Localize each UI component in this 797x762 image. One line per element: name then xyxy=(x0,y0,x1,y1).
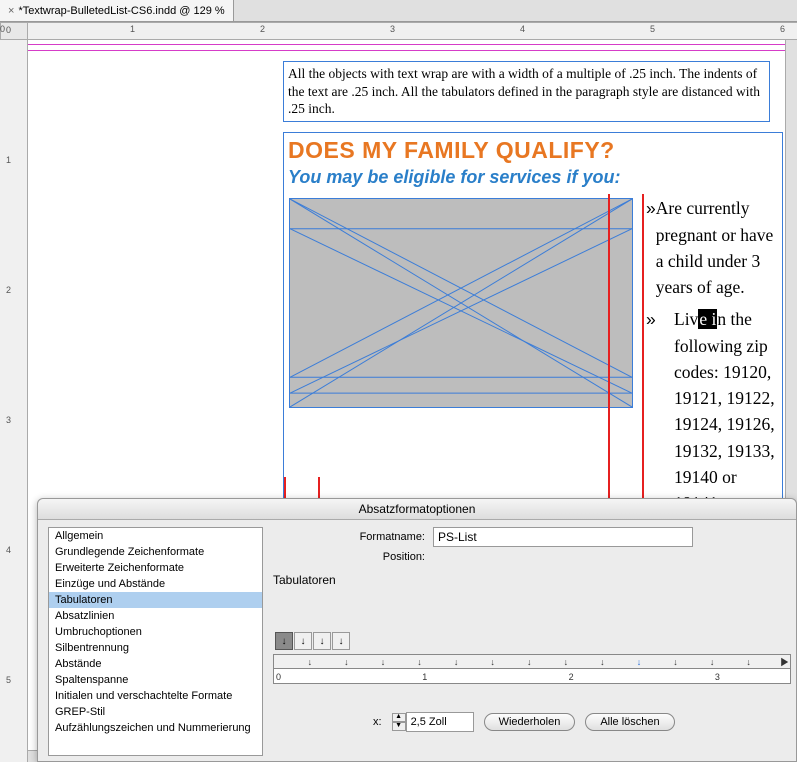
sidebar-item[interactable]: Absatzlinien xyxy=(49,608,262,624)
stepper-down-icon[interactable]: ▼ xyxy=(392,722,406,731)
ruler-number: 0 xyxy=(0,24,5,34)
ruler-number: 1 xyxy=(130,24,135,34)
list-item-text-a: Liv xyxy=(674,309,698,329)
ruler-number: 2 xyxy=(6,285,11,295)
tab-ruler-number: 3 xyxy=(715,672,720,682)
tab-marker-icon[interactable]: ↓ xyxy=(454,657,459,667)
sidebar-item[interactable]: Grundlegende Zeichenformate xyxy=(49,544,262,560)
sidebar-item[interactable]: Spaltenspanne xyxy=(49,672,262,688)
section-label: Tabulatoren xyxy=(273,573,791,587)
tab-marker-icon[interactable]: ↓ xyxy=(308,657,313,667)
tab-marker-icon[interactable]: ↓ xyxy=(710,657,715,667)
dialog-main: Formatname: Position: Tabulatoren ↓ ↓ ↓ … xyxy=(273,527,791,756)
sidebar-item[interactable]: Erweiterte Zeichenformate xyxy=(49,560,262,576)
tab-ruler-number: 0 xyxy=(276,672,281,682)
sidebar-item[interactable]: Abstände xyxy=(49,656,262,672)
tab-align-decimal-button[interactable]: ↓ xyxy=(332,632,350,650)
sidebar-item[interactable]: Tabulatoren xyxy=(49,592,262,608)
sidebar-item[interactable]: Aufzählungszeichen und Nummerierung xyxy=(49,720,262,736)
sidebar-item[interactable]: Initialen und verschachtelte Formate xyxy=(49,688,262,704)
dialog-sidebar: AllgemeinGrundlegende ZeichenformateErwe… xyxy=(48,527,263,756)
formatname-input[interactable] xyxy=(433,527,693,547)
placeholder-x-icon xyxy=(290,199,632,407)
tab-align-right-button[interactable]: ↓ xyxy=(313,632,331,650)
tab-marker-icon[interactable]: ↓ xyxy=(746,657,751,667)
tab-ruler-number: 2 xyxy=(569,672,574,682)
tab-marker-icon[interactable]: ↓ xyxy=(527,657,532,667)
ruler-number: 1 xyxy=(6,155,11,165)
list-item-text: Are currently pregnant or have a child u… xyxy=(656,195,778,300)
formatname-label: Formatname: xyxy=(273,531,433,543)
ruler-number: 4 xyxy=(520,24,525,34)
x-input[interactable] xyxy=(406,712,474,732)
tab-marker-icon[interactable]: ↓ xyxy=(490,657,495,667)
sidebar-item[interactable]: Silbentrennung xyxy=(49,640,262,656)
sidebar-item[interactable]: Einzüge und Abstände xyxy=(49,576,262,592)
dialog-title: Absatzformatoptionen xyxy=(38,499,796,520)
tab-align-left-button[interactable]: ↓ xyxy=(275,632,293,650)
note-text: All the objects with text wrap are with … xyxy=(288,66,760,116)
vertical-ruler[interactable]: 012345 xyxy=(0,40,28,762)
tab-marker-icon[interactable]: ↓ xyxy=(673,657,678,667)
tab-marker-icon[interactable]: ↓ xyxy=(344,657,349,667)
repeat-button[interactable]: Wiederholen xyxy=(484,713,576,731)
tab-marker-icon[interactable]: ↓ xyxy=(417,657,422,667)
horizontal-ruler[interactable]: 0123456 xyxy=(28,22,797,40)
stepper-up-icon[interactable]: ▲ xyxy=(392,713,406,722)
document-tab[interactable]: × *Textwrap-BulletedList-CS6.indd @ 129 … xyxy=(0,0,234,21)
close-icon[interactable]: × xyxy=(8,5,14,17)
tab-ruler[interactable]: ↓ ↓ ↓ ↓ ↓ ↓ ↓ ↓ ↓ ↓ ↓ ↓ ↓ 0 1 2 3 xyxy=(273,654,791,684)
ruler-number: 5 xyxy=(650,24,655,34)
subheading-text: You may be eligible for services if you: xyxy=(288,166,778,189)
tab-marker-icon[interactable]: ↓ xyxy=(637,657,642,667)
ruler-number: 4 xyxy=(6,545,11,555)
bullet-glyph: » xyxy=(646,306,674,516)
list-item-text-b: n the following zip codes: 19120, 19121,… xyxy=(674,309,775,513)
tab-align-center-button[interactable]: ↓ xyxy=(294,632,312,650)
tab-marker-icon[interactable]: ↓ xyxy=(381,657,386,667)
ruler-number: 6 xyxy=(780,24,785,34)
note-textframe[interactable]: All the objects with text wrap are with … xyxy=(283,61,770,122)
sidebar-item[interactable]: Allgemein xyxy=(49,528,262,544)
sidebar-item[interactable]: GREP-Stil xyxy=(49,704,262,720)
image-placeholder[interactable] xyxy=(289,198,633,408)
sidebar-item[interactable]: Umbruchoptionen xyxy=(49,624,262,640)
document-tab-bar: × *Textwrap-BulletedList-CS6.indd @ 129 … xyxy=(0,0,797,22)
tab-title: *Textwrap-BulletedList-CS6.indd @ 129 % xyxy=(18,5,224,17)
heading-text: DOES MY FAMILY QUALIFY? xyxy=(288,136,778,166)
ruler-number: 3 xyxy=(390,24,395,34)
bullet-glyph: » xyxy=(646,195,656,300)
ruler-number: 5 xyxy=(6,675,11,685)
text-selection: e i xyxy=(698,309,717,329)
tab-alignment-row: ↓ ↓ ↓ ↓ xyxy=(273,632,791,650)
ruler-number: 2 xyxy=(260,24,265,34)
clear-all-button[interactable]: Alle löschen xyxy=(585,713,674,731)
x-stepper[interactable]: ▲ ▼ xyxy=(392,712,474,732)
position-label: Position: xyxy=(273,551,433,563)
ruler-number: 3 xyxy=(6,415,11,425)
ruler-number: 0 xyxy=(6,25,11,35)
paragraph-style-options-dialog: Absatzformatoptionen AllgemeinGrundlegen… xyxy=(37,498,797,762)
tab-marker-icon[interactable]: ↓ xyxy=(600,657,605,667)
tab-ruler-number: 1 xyxy=(422,672,427,682)
x-label: x: xyxy=(373,716,382,728)
guide-horizontal[interactable] xyxy=(28,44,785,45)
tab-marker-icon[interactable]: ↓ xyxy=(564,657,569,667)
guide-horizontal[interactable] xyxy=(28,50,785,51)
